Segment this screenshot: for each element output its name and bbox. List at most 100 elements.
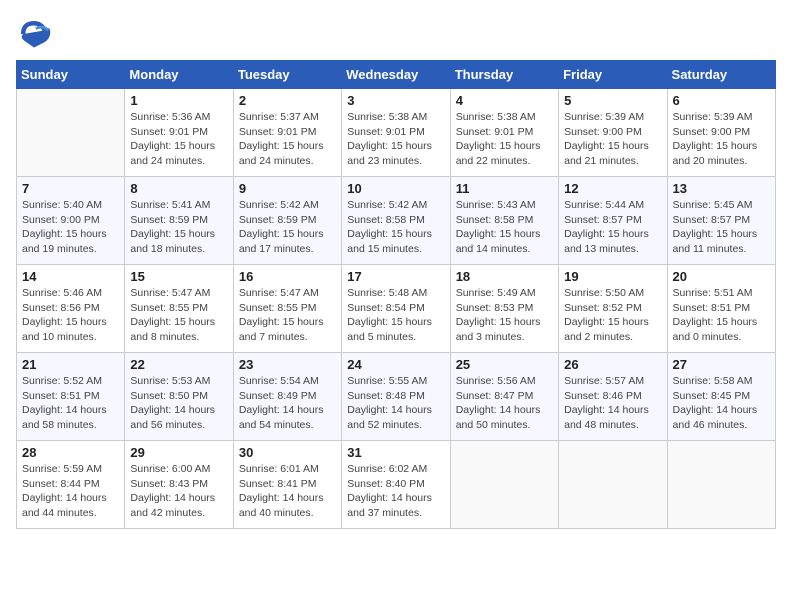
day-number: 10	[347, 181, 444, 196]
calendar-cell: 31 Sunrise: 6:02 AM Sunset: 8:40 PM Dayli…	[342, 441, 450, 529]
calendar-cell: 18 Sunrise: 5:49 AM Sunset: 8:53 PM Dayli…	[450, 265, 558, 353]
day-number: 24	[347, 357, 444, 372]
day-number: 3	[347, 93, 444, 108]
day-info: Sunrise: 5:42 AM Sunset: 8:59 PM Dayligh…	[239, 198, 336, 257]
day-info: Sunrise: 5:58 AM Sunset: 8:45 PM Dayligh…	[673, 374, 770, 433]
day-number: 11	[456, 181, 553, 196]
day-info: Sunrise: 5:54 AM Sunset: 8:49 PM Dayligh…	[239, 374, 336, 433]
day-number: 7	[22, 181, 119, 196]
day-info: Sunrise: 5:55 AM Sunset: 8:48 PM Dayligh…	[347, 374, 444, 433]
day-info: Sunrise: 5:59 AM Sunset: 8:44 PM Dayligh…	[22, 462, 119, 521]
week-row-1: 1 Sunrise: 5:36 AM Sunset: 9:01 PM Daylig…	[17, 89, 776, 177]
calendar-cell: 28 Sunrise: 5:59 AM Sunset: 8:44 PM Dayli…	[17, 441, 125, 529]
calendar-cell: 17 Sunrise: 5:48 AM Sunset: 8:54 PM Dayli…	[342, 265, 450, 353]
day-number: 15	[130, 269, 227, 284]
calendar-cell: 8Sunrise: 5:41 AM Sunset: 8:59 PM Daylig…	[125, 177, 233, 265]
calendar-cell: 29 Sunrise: 6:00 AM Sunset: 8:43 PM Dayli…	[125, 441, 233, 529]
day-number: 9	[239, 181, 336, 196]
day-info: Sunrise: 5:38 AM Sunset: 9:01 PM Dayligh…	[456, 110, 553, 169]
day-number: 14	[22, 269, 119, 284]
week-row-3: 14 Sunrise: 5:46 AM Sunset: 8:56 PM Dayli…	[17, 265, 776, 353]
col-header-wednesday: Wednesday	[342, 61, 450, 89]
calendar-cell: 14 Sunrise: 5:46 AM Sunset: 8:56 PM Dayli…	[17, 265, 125, 353]
header-row: SundayMondayTuesdayWednesdayThursdayFrid…	[17, 61, 776, 89]
day-info: Sunrise: 5:47 AM Sunset: 8:55 PM Dayligh…	[130, 286, 227, 345]
day-number: 29	[130, 445, 227, 460]
day-number: 2	[239, 93, 336, 108]
day-info: Sunrise: 5:37 AM Sunset: 9:01 PM Dayligh…	[239, 110, 336, 169]
day-info: Sunrise: 5:50 AM Sunset: 8:52 PM Dayligh…	[564, 286, 661, 345]
day-number: 1	[130, 93, 227, 108]
day-info: Sunrise: 5:36 AM Sunset: 9:01 PM Dayligh…	[130, 110, 227, 169]
day-number: 23	[239, 357, 336, 372]
day-number: 31	[347, 445, 444, 460]
col-header-sunday: Sunday	[17, 61, 125, 89]
calendar-cell: 30 Sunrise: 6:01 AM Sunset: 8:41 PM Dayli…	[233, 441, 341, 529]
logo	[16, 16, 56, 52]
day-number: 21	[22, 357, 119, 372]
day-info: Sunrise: 5:40 AM Sunset: 9:00 PM Dayligh…	[22, 198, 119, 257]
col-header-friday: Friday	[559, 61, 667, 89]
day-number: 22	[130, 357, 227, 372]
week-row-4: 21 Sunrise: 5:52 AM Sunset: 8:51 PM Dayli…	[17, 353, 776, 441]
calendar-cell: 9 Sunrise: 5:42 AM Sunset: 8:59 PM Daylig…	[233, 177, 341, 265]
day-info: Sunrise: 5:39 AM Sunset: 9:00 PM Dayligh…	[673, 110, 770, 169]
calendar-cell: 4 Sunrise: 5:38 AM Sunset: 9:01 PM Daylig…	[450, 89, 558, 177]
calendar-cell: 16 Sunrise: 5:47 AM Sunset: 8:55 PM Dayli…	[233, 265, 341, 353]
day-info: Sunrise: 6:01 AM Sunset: 8:41 PM Dayligh…	[239, 462, 336, 521]
logo-icon	[16, 16, 52, 52]
day-number: 27	[673, 357, 770, 372]
day-info: Sunrise: 5:41 AM Sunset: 8:59 PM Dayligh…	[130, 198, 227, 257]
day-info: Sunrise: 5:43 AM Sunset: 8:58 PM Dayligh…	[456, 198, 553, 257]
day-number: 17	[347, 269, 444, 284]
calendar-cell: 20 Sunrise: 5:51 AM Sunset: 8:51 PM Dayli…	[667, 265, 775, 353]
calendar-cell: 24 Sunrise: 5:55 AM Sunset: 8:48 PM Dayli…	[342, 353, 450, 441]
calendar-cell: 26 Sunrise: 5:57 AM Sunset: 8:46 PM Dayli…	[559, 353, 667, 441]
day-number: 5	[564, 93, 661, 108]
calendar-cell: 7 Sunrise: 5:40 AM Sunset: 9:00 PM Daylig…	[17, 177, 125, 265]
day-number: 26	[564, 357, 661, 372]
day-number: 16	[239, 269, 336, 284]
day-info: Sunrise: 5:38 AM Sunset: 9:01 PM Dayligh…	[347, 110, 444, 169]
calendar-cell: 19Sunrise: 5:50 AM Sunset: 8:52 PM Dayli…	[559, 265, 667, 353]
col-header-saturday: Saturday	[667, 61, 775, 89]
calendar-cell: 1 Sunrise: 5:36 AM Sunset: 9:01 PM Daylig…	[125, 89, 233, 177]
week-row-2: 7 Sunrise: 5:40 AM Sunset: 9:00 PM Daylig…	[17, 177, 776, 265]
calendar-cell: 11 Sunrise: 5:43 AM Sunset: 8:58 PM Dayli…	[450, 177, 558, 265]
day-number: 4	[456, 93, 553, 108]
day-info: Sunrise: 6:00 AM Sunset: 8:43 PM Dayligh…	[130, 462, 227, 521]
calendar-table: SundayMondayTuesdayWednesdayThursdayFrid…	[16, 60, 776, 529]
day-number: 12	[564, 181, 661, 196]
day-info: Sunrise: 5:47 AM Sunset: 8:55 PM Dayligh…	[239, 286, 336, 345]
calendar-cell: 21 Sunrise: 5:52 AM Sunset: 8:51 PM Dayli…	[17, 353, 125, 441]
calendar-cell	[667, 441, 775, 529]
day-number: 25	[456, 357, 553, 372]
day-info: Sunrise: 5:51 AM Sunset: 8:51 PM Dayligh…	[673, 286, 770, 345]
day-number: 18	[456, 269, 553, 284]
day-info: Sunrise: 5:57 AM Sunset: 8:46 PM Dayligh…	[564, 374, 661, 433]
col-header-monday: Monday	[125, 61, 233, 89]
day-number: 28	[22, 445, 119, 460]
day-number: 6	[673, 93, 770, 108]
week-row-5: 28 Sunrise: 5:59 AM Sunset: 8:44 PM Dayli…	[17, 441, 776, 529]
calendar-cell: 27 Sunrise: 5:58 AM Sunset: 8:45 PM Dayli…	[667, 353, 775, 441]
calendar-cell	[450, 441, 558, 529]
day-info: Sunrise: 5:45 AM Sunset: 8:57 PM Dayligh…	[673, 198, 770, 257]
day-info: Sunrise: 5:49 AM Sunset: 8:53 PM Dayligh…	[456, 286, 553, 345]
col-header-tuesday: Tuesday	[233, 61, 341, 89]
day-number: 30	[239, 445, 336, 460]
calendar-cell	[559, 441, 667, 529]
calendar-cell: 10 Sunrise: 5:42 AM Sunset: 8:58 PM Dayli…	[342, 177, 450, 265]
day-info: Sunrise: 5:42 AM Sunset: 8:58 PM Dayligh…	[347, 198, 444, 257]
day-number: 20	[673, 269, 770, 284]
calendar-cell: 3 Sunrise: 5:38 AM Sunset: 9:01 PM Daylig…	[342, 89, 450, 177]
day-info: Sunrise: 6:02 AM Sunset: 8:40 PM Dayligh…	[347, 462, 444, 521]
day-info: Sunrise: 5:48 AM Sunset: 8:54 PM Dayligh…	[347, 286, 444, 345]
day-info: Sunrise: 5:52 AM Sunset: 8:51 PM Dayligh…	[22, 374, 119, 433]
page-header	[16, 16, 776, 52]
calendar-cell: 23 Sunrise: 5:54 AM Sunset: 8:49 PM Dayli…	[233, 353, 341, 441]
day-info: Sunrise: 5:46 AM Sunset: 8:56 PM Dayligh…	[22, 286, 119, 345]
calendar-cell	[17, 89, 125, 177]
day-info: Sunrise: 5:53 AM Sunset: 8:50 PM Dayligh…	[130, 374, 227, 433]
calendar-cell: 2 Sunrise: 5:37 AM Sunset: 9:01 PM Daylig…	[233, 89, 341, 177]
